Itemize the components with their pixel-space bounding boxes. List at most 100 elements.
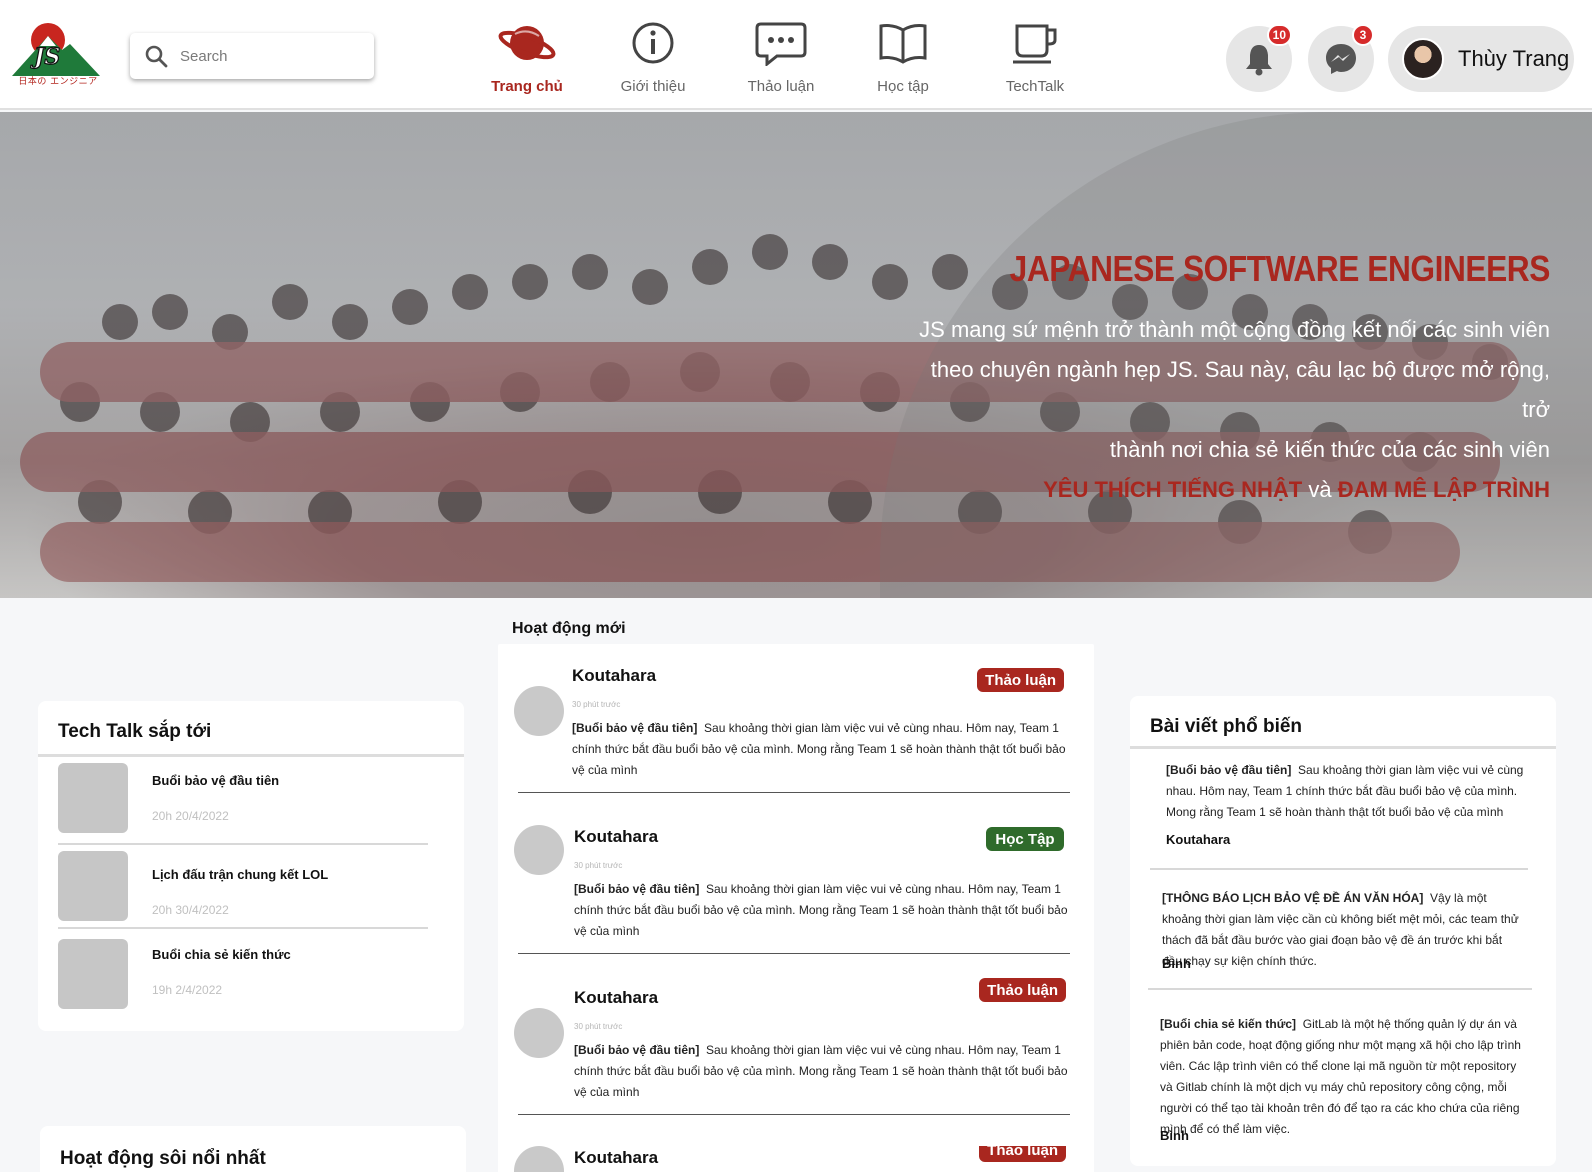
nav-label: Giới thiệu [620,78,686,95]
hero-highlight: ĐAM MÊ LẬP TRÌNH [1337,477,1550,502]
hero-title: JAPANESE SOFTWARE ENGINEERS [1009,248,1551,289]
nav-label: Học tập [877,78,929,95]
hero-connector: và [1308,477,1332,502]
post-author[interactable]: Koutahara [574,1148,658,1168]
search-input[interactable] [180,47,350,65]
post-body: [Buổi bảo vệ đầu tiên] Sau khoảng thời g… [574,1040,1074,1103]
top-header: JS 日本の エンジニア Trang chủ Giới thiệu T [0,0,1592,110]
techtalk-item[interactable]: Buổi bảo vệ đầu tiên 20h 20/4/2022 [58,763,279,833]
post-author[interactable]: Koutahara [574,827,658,847]
techtalk-card: Tech Talk sắp tới Buổi bảo vệ đầu tiên 2… [38,701,464,1031]
divider [1130,746,1556,749]
nav-label: Thảo luận [747,78,815,95]
post-heading: [Buổi bảo vệ đầu tiên] [574,1043,700,1057]
popular-post-author[interactable]: Bình [1160,1128,1189,1143]
popular-post[interactable]: [Buổi bảo vệ đầu tiên] Sau khoảng thời g… [1166,760,1526,823]
feed-post[interactable]: Koutahara 30 phút trước Thảo luận [Buổi … [498,978,1092,1146]
techtalk-item-title: Buổi bảo vệ đầu tiên [152,773,280,788]
nav-hoc-tap[interactable]: Học tập [848,20,958,95]
logo-subtitle: 日本の エンジニア [18,77,98,87]
divider [1150,868,1528,870]
feed-post[interactable]: Koutahara Thảo luận [498,1146,1092,1172]
techtalk-item[interactable]: Buổi chia sẻ kiến thức 19h 2/4/2022 [58,939,291,1009]
divider [518,792,1070,793]
hero-line: JS mang sứ mệnh trở thành một cộng đồng … [919,317,1550,342]
feed-title: Hoạt động mới [512,620,626,637]
notification-count-badge: 10 [1266,24,1292,46]
nav-thao-luan[interactable]: Thảo luận [726,20,836,95]
popular-post[interactable]: [THÔNG BÁO LỊCH BẢO VỆ ĐỀ ÁN VĂN HÓA] Vậ… [1162,888,1522,972]
hot-activities-card: Hoạt động sôi nổi nhất [40,1126,466,1172]
nav-label: TechTalk [1005,78,1065,95]
hot-activities-title: Hoạt động sôi nổi nhất [60,1148,266,1169]
post-body: [Buổi bảo vệ đầu tiên] Sau khoảng thời g… [574,879,1074,942]
avatar [514,825,564,875]
avatar [1402,38,1444,80]
hero-highlight: YÊU THÍCH TIẾNG NHẬT [1043,477,1303,502]
techtalk-title: Tech Talk sắp tới [58,721,212,742]
divider [58,843,428,845]
divider [1148,988,1532,990]
messenger-button[interactable]: 3 [1308,24,1374,92]
avatar [514,1146,564,1172]
popular-post-heading: [Buổi bảo vệ đầu tiên] [1166,763,1292,777]
post-category-tag[interactable]: Thảo luận [977,668,1064,692]
techtalk-thumbnail [58,763,128,833]
search-icon [145,45,168,68]
techtalk-thumbnail [58,851,128,921]
chat-icon [755,22,807,66]
post-category-tag[interactable]: Thảo luận [979,978,1066,1002]
popular-post-author[interactable]: Koutahara [1166,832,1230,847]
techtalk-item[interactable]: Lịch đấu trận chung kết LOL 20h 30/4/202… [58,851,328,921]
nav-label: Trang chủ [491,78,563,95]
post-time: 30 phút trước [574,861,623,870]
nav-trang-chu[interactable]: Trang chủ [472,20,582,95]
nav-gioi-thieu[interactable]: Giới thiệu [598,20,708,95]
bell-icon [1246,45,1272,76]
divider [518,953,1070,954]
hero-banner: JAPANESE SOFTWARE ENGINEERS JS mang sứ m… [0,112,1592,598]
planet-icon [498,26,556,60]
techtalk-item-title: Buổi chia sẻ kiến thức [152,947,291,962]
hero-line: theo chuyên ngành hẹp JS. Sau này, câu l… [930,357,1550,422]
techtalk-item-date: 19h 2/4/2022 [152,983,223,997]
popular-post-author[interactable]: Bình [1162,956,1191,971]
post-category-tag[interactable]: Học Tập [986,827,1064,851]
avatar [514,1008,564,1058]
popular-title: Bài viết phổ biến [1150,716,1303,737]
post-body: [Buổi bảo vệ đầu tiên] Sau khoảng thời g… [572,718,1072,781]
post-category-tag[interactable]: Thảo luận [979,1146,1066,1162]
nav-techtalk[interactable]: TechTalk [980,20,1090,95]
hero-line-highlight: YÊU THÍCH TIẾNG NHẬT và ĐAM MÊ LẬP TRÌNH [910,470,1550,510]
post-author[interactable]: Koutahara [572,666,656,686]
messenger-icon [1326,44,1356,74]
popular-post-text: GitLab là một hệ thống quản lý dự án và … [1160,1017,1521,1136]
popular-post-heading: [Buổi chia sẻ kiến thức] [1160,1017,1297,1031]
cup-icon [1013,24,1057,64]
techtalk-thumbnail [58,939,128,1009]
techtalk-item-date: 20h 20/4/2022 [152,809,229,823]
post-time: 30 phút trước [572,700,621,709]
post-heading: [Buổi bảo vệ đầu tiên] [574,882,700,896]
feed-post[interactable]: Koutahara 30 phút trước Học Tập [Buổi bả… [498,825,1092,985]
logo-js-text: JS [30,44,60,70]
notifications-button[interactable]: 10 [1226,24,1292,92]
popular-posts-card: Bài viết phổ biến [Buổi bảo vệ đầu tiên]… [1130,696,1556,1166]
hero-description: JS mang sứ mệnh trở thành một cộng đồng … [910,310,1550,510]
hero-line: thành nơi chia sẻ kiến thức của các sinh… [1109,437,1550,462]
popular-post-heading: [THÔNG BÁO LỊCH BẢO VỆ ĐỀ ÁN VĂN HÓA] [1162,891,1424,905]
js-club-logo[interactable]: JS 日本の エンジニア [10,20,102,88]
user-name: Thùy Trang [1458,46,1570,71]
post-author[interactable]: Koutahara [574,988,658,1008]
book-icon [879,24,927,64]
info-icon [632,22,674,64]
divider [58,927,428,929]
techtalk-item-title: Lịch đấu trận chung kết LOL [152,867,329,882]
feed-post[interactable]: Koutahara 30 phút trước Thảo luận [Buổi … [498,664,1092,824]
techtalk-item-date: 20h 30/4/2022 [152,903,229,917]
divider [518,1114,1070,1115]
user-profile-button[interactable]: Thùy Trang [1388,26,1574,92]
search-box[interactable] [130,33,374,79]
popular-post[interactable]: [Buổi chia sẻ kiến thức] GitLab là một h… [1160,1014,1526,1140]
post-heading: [Buổi bảo vệ đầu tiên] [572,721,698,735]
